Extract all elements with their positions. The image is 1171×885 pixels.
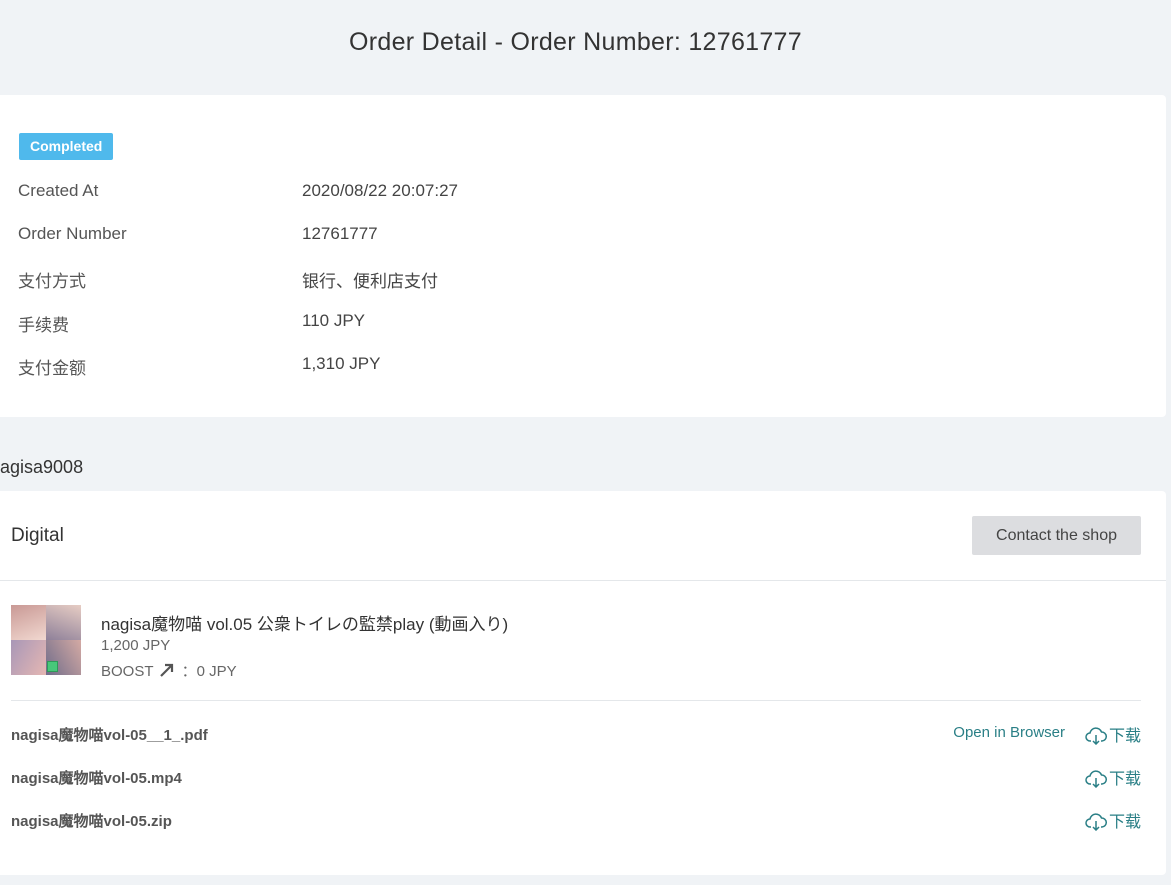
page-title: Order Detail - Order Number: 12761777	[349, 28, 802, 56]
info-value: 110 JPY	[302, 311, 366, 330]
product-title[interactable]: nagisa魔物喵 vol.05 公衆トイレの監禁play (動画入り)	[101, 610, 508, 635]
divider	[11, 700, 1141, 701]
file-row: nagisa魔物喵vol-05__1_.pdf Open in Browser …	[11, 724, 1141, 748]
info-label: 支付金额	[18, 359, 86, 378]
info-value: 12761777	[302, 224, 378, 243]
status-badge: Completed	[19, 133, 114, 160]
cloud-download-icon	[1085, 727, 1107, 746]
cloud-download-icon	[1085, 770, 1107, 789]
divider	[0, 580, 1166, 581]
open-in-browser-link[interactable]: Open in Browser	[953, 724, 1065, 741]
file-name: nagisa魔物喵vol-05__1_.pdf	[11, 727, 208, 744]
product-boost: BOOST ：0 JPY	[101, 660, 237, 681]
download-label: 下载	[1108, 814, 1141, 831]
product-thumbnail[interactable]	[11, 605, 81, 675]
info-label: 支付方式	[18, 272, 86, 291]
info-value: 2020/08/22 20:07:27	[302, 181, 458, 200]
info-value: 1,310 JPY	[302, 354, 381, 373]
download-label: 下载	[1108, 728, 1141, 745]
product-price: 1,200 JPY	[101, 637, 171, 654]
order-items-card: Digital Contact the shop nagisa魔物喵 vol.0…	[0, 491, 1166, 875]
info-label: Order Number	[18, 224, 127, 243]
boost-label: BOOST	[101, 663, 154, 680]
boost-value: ：0 JPY	[181, 663, 237, 680]
file-row: nagisa魔物喵vol-05.zip 下载	[11, 810, 1141, 834]
boost-arrow-icon	[159, 662, 175, 678]
qr-badge-icon	[47, 661, 58, 672]
info-value: 银行、便利店支付	[302, 272, 438, 291]
info-label: Created At	[18, 181, 99, 200]
shop-name[interactable]: agisa9008	[0, 457, 83, 478]
file-name: nagisa魔物喵vol-05.zip	[11, 813, 172, 830]
contact-shop-button[interactable]: Contact the shop	[972, 516, 1141, 555]
file-row: nagisa魔物喵vol-05.mp4 下载	[11, 767, 1141, 791]
download-label: 下载	[1108, 771, 1141, 788]
file-name: nagisa魔物喵vol-05.mp4	[11, 770, 182, 787]
download-link[interactable]: 下载	[1085, 808, 1141, 832]
download-link[interactable]: 下载	[1085, 722, 1141, 746]
download-link[interactable]: 下载	[1085, 765, 1141, 789]
info-label: 手续费	[18, 316, 69, 335]
item-type-label: Digital	[11, 525, 64, 546]
cloud-download-icon	[1085, 813, 1107, 832]
order-info-card: Completed Created At 2020/08/22 20:07:27…	[0, 95, 1166, 417]
